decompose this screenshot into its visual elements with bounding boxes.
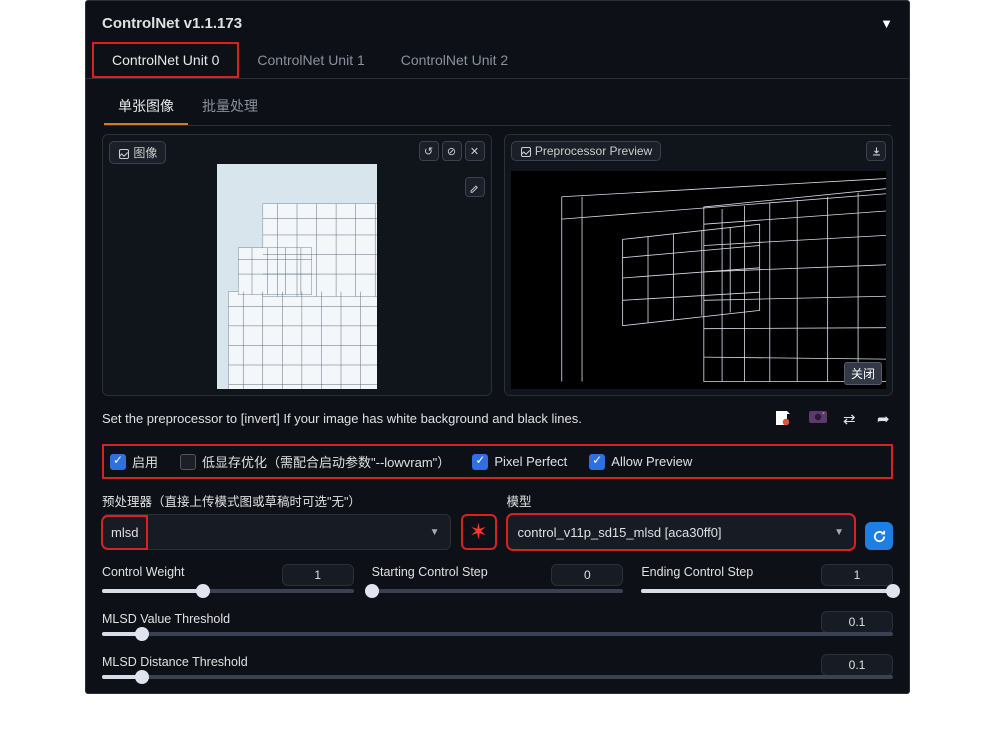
start-step-slider[interactable]	[372, 589, 624, 593]
input-image-box[interactable]: 图像 ↺ ⊘ ✕ 怡绘制	[102, 134, 492, 396]
hint-text: Set the preprocessor to [invert] If your…	[102, 411, 582, 426]
distance-threshold-slider[interactable]	[102, 675, 893, 679]
source-image: 怡绘制	[217, 164, 377, 389]
model-label: 模型	[507, 491, 856, 510]
refresh-models-button[interactable]	[865, 522, 893, 550]
tab-unit-1[interactable]: ControlNet Unit 1	[239, 44, 382, 76]
collapse-toggle-icon[interactable]: ▼	[880, 16, 893, 31]
end-step-slider[interactable]	[641, 589, 893, 593]
enable-checkbox[interactable]: 启用	[110, 452, 158, 471]
model-select[interactable]: control_v11p_sd15_mlsd [aca30ff0] ▼	[507, 514, 856, 550]
pixel-perfect-checkbox[interactable]: Pixel Perfect	[472, 454, 567, 470]
download-icon[interactable]	[866, 141, 886, 161]
unit-tabs: ControlNet Unit 0 ControlNet Unit 1 Cont…	[86, 42, 909, 79]
chevron-down-icon: ▼	[430, 527, 440, 538]
tab-batch[interactable]: 批量处理	[188, 89, 272, 125]
building-illustration	[217, 164, 377, 389]
new-canvas-icon[interactable]	[775, 410, 791, 426]
value-threshold-label: MLSD Value Threshold	[102, 612, 230, 626]
start-step-value[interactable]: 0	[551, 564, 623, 586]
controlnet-panel: ControlNet v1.1.173 ▼ ControlNet Unit 0 …	[85, 0, 910, 694]
weight-slider[interactable]	[102, 589, 354, 593]
preview-label: Preprocessor Preview	[511, 141, 662, 161]
clear-icon[interactable]: ⊘	[442, 141, 462, 161]
run-preprocessor-button[interactable]: ✶	[461, 514, 497, 550]
close-icon[interactable]: ✕	[465, 141, 485, 161]
webcam-icon[interactable]	[809, 410, 825, 426]
distance-threshold-value[interactable]: 0.1	[821, 654, 893, 676]
panel-title: ControlNet v1.1.173	[102, 15, 242, 32]
chevron-down-icon: ▼	[834, 527, 844, 538]
tab-single-image[interactable]: 单张图像	[104, 89, 188, 125]
preview-canvas: 关闭	[511, 171, 887, 389]
send-icon[interactable]: ➦	[877, 410, 893, 426]
weight-label: Control Weight	[102, 565, 184, 579]
preview-box: Preprocessor Preview	[504, 134, 894, 396]
end-step-label: Ending Control Step	[641, 565, 753, 579]
value-threshold-value[interactable]: 0.1	[821, 611, 893, 633]
tab-unit-2[interactable]: ControlNet Unit 2	[383, 44, 526, 76]
weight-value[interactable]: 1	[282, 564, 354, 586]
distance-threshold-label: MLSD Distance Threshold	[102, 655, 248, 669]
swap-icon[interactable]: ⇄	[843, 410, 859, 426]
lowvram-checkbox[interactable]: 低显存优化（需配合启动参数"--lowvram"）	[180, 452, 450, 471]
allow-preview-checkbox[interactable]: Allow Preview	[589, 454, 692, 470]
start-step-label: Starting Control Step	[372, 565, 488, 579]
preview-close-button[interactable]: 关闭	[844, 362, 882, 385]
input-image-label: 图像	[109, 141, 166, 164]
undo-icon[interactable]: ↺	[419, 141, 439, 161]
end-step-value[interactable]: 1	[821, 564, 893, 586]
mode-tabs: 单张图像 批量处理	[104, 89, 891, 126]
tab-unit-0[interactable]: ControlNet Unit 0	[92, 42, 239, 78]
value-threshold-slider[interactable]	[102, 632, 893, 636]
draw-icon[interactable]	[465, 177, 485, 197]
preprocessor-select[interactable]: mlsd ▼	[102, 514, 451, 550]
preprocessor-label: 预处理器（直接上传模式图或草稿时可选"无"）	[102, 491, 451, 510]
options-row: 启用 低显存优化（需配合启动参数"--lowvram"） Pixel Perfe…	[102, 444, 893, 479]
